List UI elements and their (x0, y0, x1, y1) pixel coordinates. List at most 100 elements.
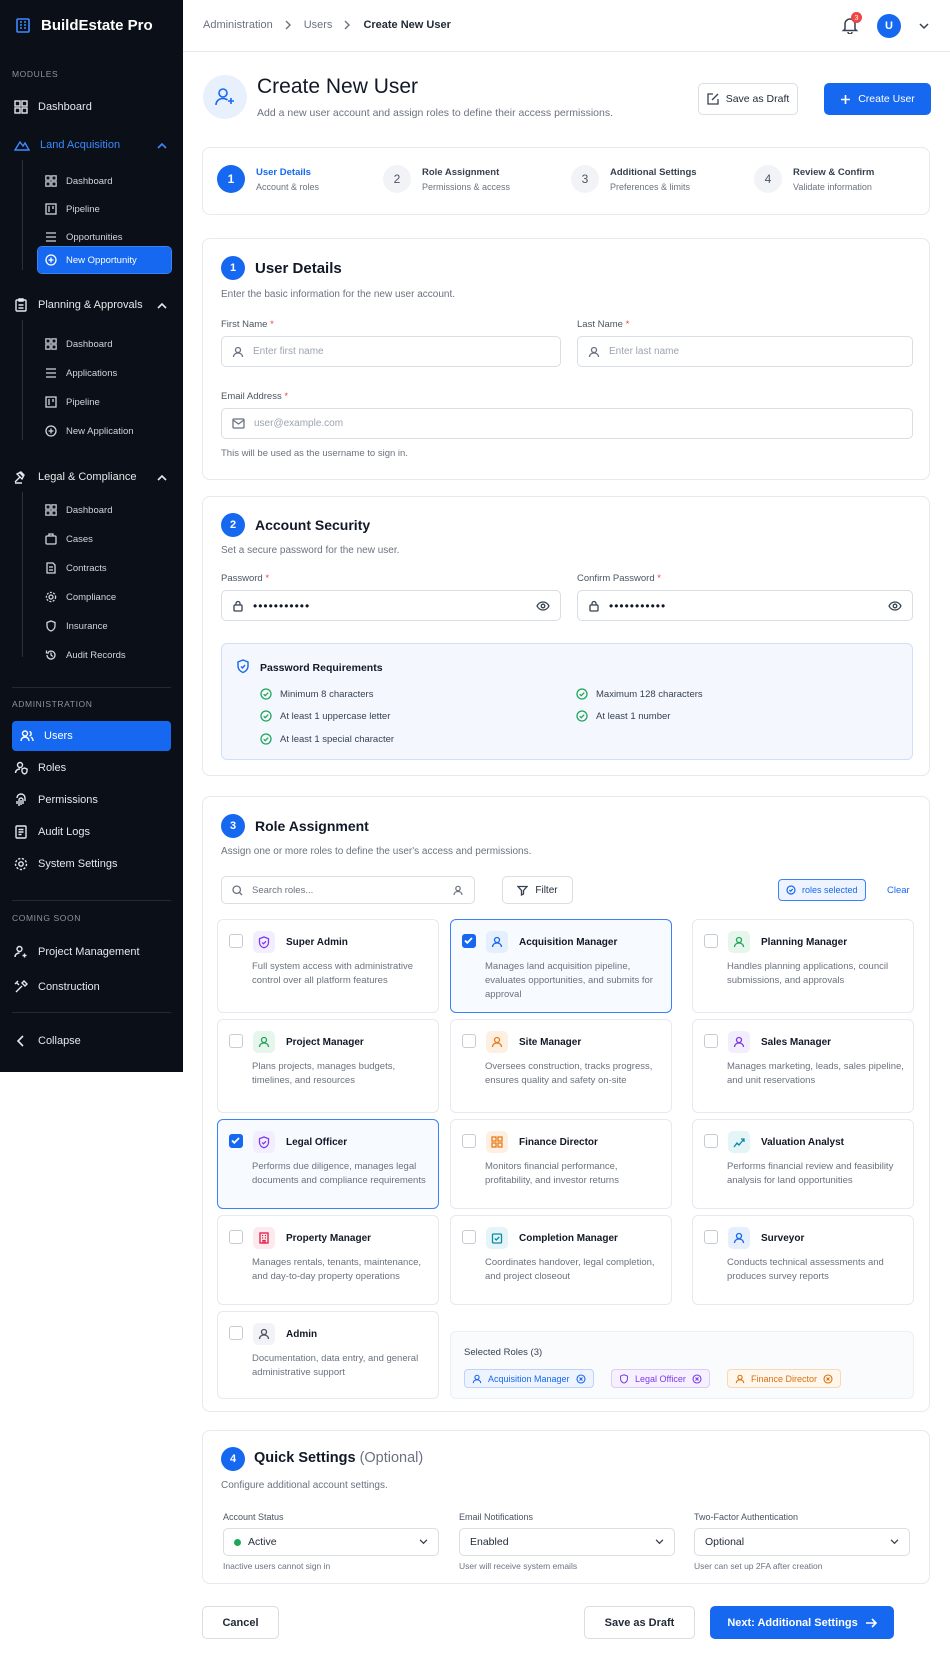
nav-users[interactable]: Users (12, 721, 171, 751)
role-card-legal-officer[interactable]: Legal Officer Performs due diligence, ma… (217, 1119, 439, 1209)
create-user-button[interactable]: Create User (824, 83, 931, 115)
nav-permissions[interactable]: Permissions (12, 785, 171, 815)
nav-audit-logs[interactable]: Audit Logs (12, 817, 171, 847)
role-card-planning-manager[interactable]: Planning Manager Handles planning applic… (692, 919, 914, 1013)
step-title: Review & Confirm (793, 166, 875, 178)
plus-icon (840, 94, 851, 105)
sub-land-new-opportunity[interactable]: New Opportunity (37, 246, 172, 274)
confirm-password-input[interactable]: ••••••••••• (577, 590, 913, 621)
role-card-admin[interactable]: Admin Documentation, data entry, and gen… (217, 1311, 439, 1399)
cancel-button[interactable]: Cancel (202, 1606, 279, 1639)
nav-roles[interactable]: Roles (12, 753, 171, 783)
remove-icon[interactable] (575, 1373, 586, 1384)
sub-legal-cases[interactable]: Cases (38, 526, 171, 552)
shield-icon (253, 931, 275, 953)
user-icon (728, 931, 750, 953)
role-checkbox[interactable] (229, 1230, 243, 1244)
email-input[interactable]: user@example.com (221, 408, 913, 439)
two-factor-select[interactable]: Optional (694, 1528, 910, 1556)
step-additional-settings[interactable]: 3 Additional Settings Preferences & limits (571, 165, 697, 193)
eye-icon[interactable] (888, 600, 902, 611)
role-card-super-admin[interactable]: Super Admin Full system access with admi… (217, 919, 439, 1013)
breadcrumb-administration[interactable]: Administration (203, 19, 273, 31)
next-button[interactable]: Next: Additional Settings (710, 1606, 894, 1639)
role-card-property-manager[interactable]: Property Manager Manages rentals, tenant… (217, 1215, 439, 1305)
sub-legal-audit-records[interactable]: Audit Records (38, 642, 171, 668)
notifications-button[interactable]: 3 (841, 12, 862, 34)
role-card-finance-director[interactable]: Finance Director Monitors financial perf… (450, 1119, 672, 1209)
building-icon (14, 16, 32, 34)
sub-land-pipeline[interactable]: Pipeline (38, 196, 171, 222)
remove-icon[interactable] (823, 1373, 833, 1384)
sub-legal-compliance[interactable]: Compliance (38, 584, 171, 610)
last-name-input[interactable]: Enter last name (577, 336, 913, 367)
nav-construction[interactable]: Construction (12, 972, 171, 1002)
email-notifications-select[interactable]: Enabled (459, 1528, 675, 1556)
footer-save-draft-button[interactable]: Save as Draft (584, 1606, 695, 1639)
selected-roles-title: Selected Roles (3) (464, 1347, 543, 1358)
sub-legal-contracts[interactable]: Contracts (38, 555, 171, 581)
chevron-down-icon[interactable] (919, 23, 929, 30)
sub-planning-applications[interactable]: Applications (38, 360, 171, 386)
sub-planning-dashboard[interactable]: Dashboard (38, 331, 171, 357)
step-user-details[interactable]: 1 User Details Account & roles (217, 165, 319, 193)
step-role-assignment[interactable]: 2 Role Assignment Permissions & access (383, 165, 510, 193)
role-card-sales-manager[interactable]: Sales Manager Manages marketing, leads, … (692, 1019, 914, 1113)
role-card-completion-manager[interactable]: Completion Manager Coordinates handover,… (450, 1215, 672, 1305)
role-checkbox[interactable] (462, 1034, 476, 1048)
role-checkbox[interactable] (229, 934, 243, 948)
role-checkbox[interactable] (704, 934, 718, 948)
role-card-site-manager[interactable]: Site Manager Oversees construction, trac… (450, 1019, 672, 1113)
sub-legal-dashboard[interactable]: Dashboard (38, 497, 171, 523)
sub-label: Cases (66, 533, 93, 545)
top-bar: Administration Users Create New User 3 U (183, 0, 950, 52)
nav-dashboard[interactable]: Dashboard (12, 92, 171, 122)
stepper: 1 User Details Account & roles 2 Role Assig… (202, 147, 930, 215)
collapse-button[interactable]: Collapse (12, 1026, 171, 1056)
filter-button[interactable]: Filter (502, 876, 573, 904)
clear-roles-link[interactable]: Clear (887, 885, 910, 896)
step-review-confirm[interactable]: 4 Review & Confirm Validate information (754, 165, 874, 193)
role-checkbox[interactable] (462, 1230, 476, 1244)
nav-system-settings-label: System Settings (38, 858, 118, 870)
sub-legal-insurance[interactable]: Insurance (38, 613, 171, 639)
role-checkbox[interactable] (462, 1134, 476, 1148)
role-checkbox[interactable] (229, 1034, 243, 1048)
remove-icon[interactable] (692, 1373, 702, 1384)
role-card-surveyor[interactable]: Surveyor Conducts technical assessments … (692, 1215, 914, 1305)
role-card-acquisition-manager[interactable]: Acquisition Manager Manages land acquisi… (450, 919, 672, 1013)
save-draft-button[interactable]: Save as Draft (698, 83, 798, 115)
account-status-help: Inactive users cannot sign in (223, 1561, 331, 1571)
password-input[interactable]: ••••••••••• (221, 590, 561, 621)
account-status-select[interactable]: Active (223, 1528, 439, 1556)
eye-icon[interactable] (536, 600, 550, 611)
role-checkbox[interactable] (704, 1134, 718, 1148)
sub-label: Compliance (66, 591, 117, 603)
nav-project-management[interactable]: Project Management (12, 937, 171, 967)
role-checkbox[interactable] (462, 934, 476, 948)
nav-system-settings[interactable]: System Settings (12, 849, 171, 879)
role-checkbox[interactable] (229, 1326, 243, 1340)
role-checkbox[interactable] (704, 1230, 718, 1244)
role-search-input[interactable]: Search roles... (221, 876, 475, 904)
role-checkbox[interactable] (229, 1134, 243, 1148)
history-icon (45, 649, 57, 661)
role-card-project-manager[interactable]: Project Manager Plans projects, manages … (217, 1019, 439, 1113)
role-checkbox[interactable] (704, 1034, 718, 1048)
selected-role-chip[interactable]: Legal Officer (611, 1369, 710, 1388)
sub-planning-pipeline[interactable]: Pipeline (38, 389, 171, 415)
nav-land-acquisition[interactable]: Land Acquisition (12, 130, 171, 160)
selected-role-chip[interactable]: Finance Director (727, 1369, 842, 1388)
app-logo[interactable]: BuildEstate Pro (14, 14, 153, 36)
sub-land-dashboard[interactable]: Dashboard (38, 168, 171, 194)
role-name: Project Manager (286, 1037, 364, 1048)
first-name-input[interactable]: Enter first name (221, 336, 561, 367)
selected-role-chip[interactable]: Acquisition Manager (464, 1369, 594, 1388)
role-card-valuation-analyst[interactable]: Valuation Analyst Performs financial rev… (692, 1119, 914, 1209)
clipboard-icon (14, 298, 28, 312)
nav-planning[interactable]: Planning & Approvals (12, 290, 171, 320)
breadcrumb-users[interactable]: Users (304, 19, 333, 31)
sub-planning-new-application[interactable]: New Application (38, 418, 171, 444)
avatar[interactable]: U (877, 14, 901, 38)
nav-legal[interactable]: Legal & Compliance (12, 462, 171, 492)
